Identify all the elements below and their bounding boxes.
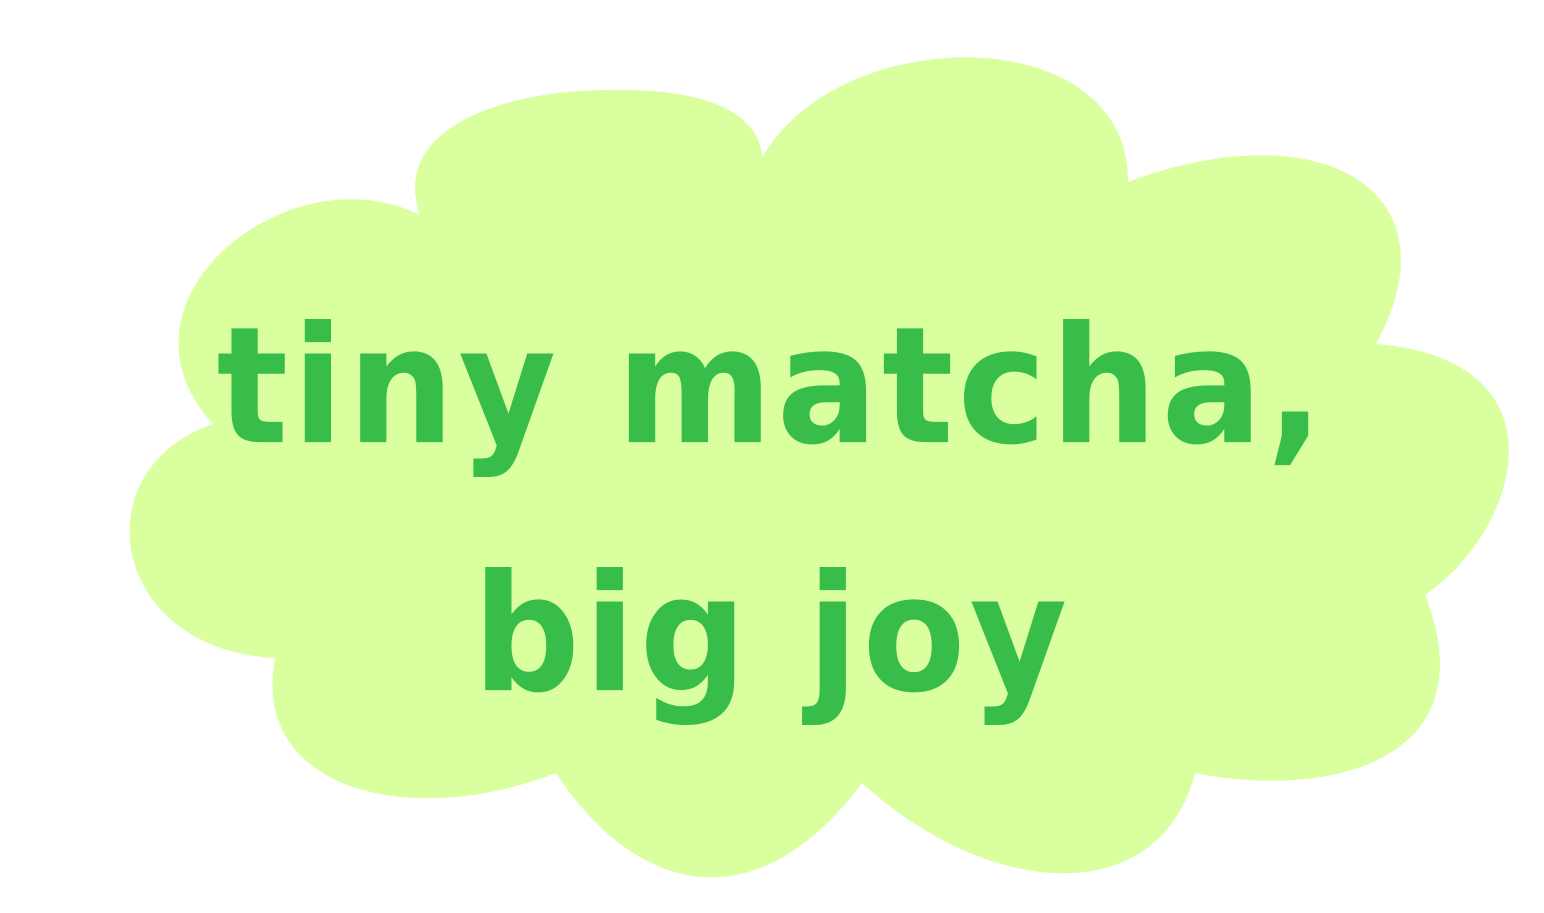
cloud-outline <box>129 57 1509 878</box>
cloud-shape <box>129 57 1509 878</box>
